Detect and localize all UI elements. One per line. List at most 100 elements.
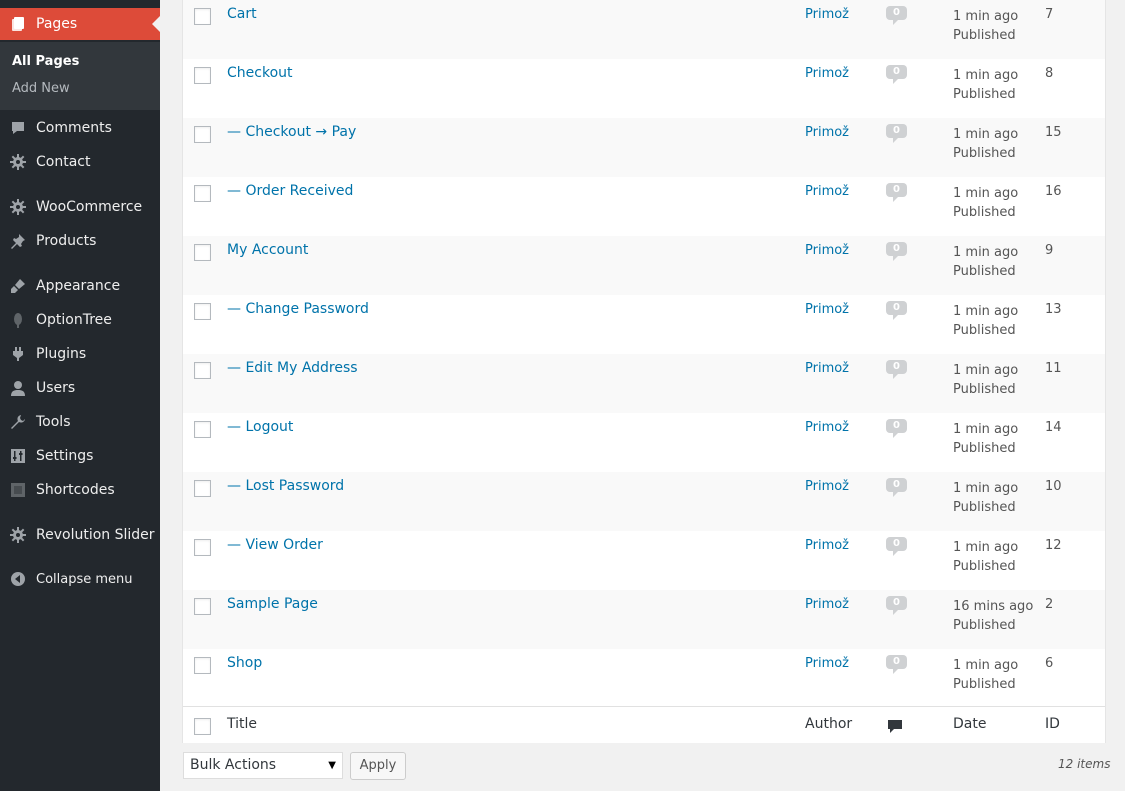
author-link[interactable]: Primož — [805, 361, 849, 376]
gear-icon — [9, 153, 27, 171]
author-link[interactable]: Primož — [805, 7, 849, 22]
menu-revolution-slider[interactable]: Revolution Slider — [0, 519, 160, 551]
page-title-link[interactable]: — Logout — [227, 419, 293, 435]
comment-count-bubble[interactable]: 0 — [886, 242, 907, 261]
comment-count-bubble[interactable]: 0 — [886, 537, 907, 556]
page-title-link[interactable]: — Lost Password — [227, 478, 344, 494]
wrench-icon — [9, 413, 27, 431]
collapse-icon — [9, 570, 27, 588]
menu-comments-label: Comments — [36, 120, 112, 136]
page-title-link[interactable]: — Edit My Address — [227, 360, 358, 376]
row-checkbox[interactable] — [194, 67, 211, 84]
page-title-link[interactable]: — Change Password — [227, 301, 369, 317]
menu-woocommerce[interactable]: WooCommerce — [0, 191, 160, 223]
comment-count-bubble[interactable]: 0 — [886, 301, 907, 320]
comment-count-bubble[interactable]: 0 — [886, 419, 907, 438]
author-link[interactable]: Primož — [805, 479, 849, 494]
column-title-header[interactable]: Title — [227, 716, 257, 732]
page-title-link[interactable]: — Order Received — [227, 183, 353, 199]
id-cell: 10 — [1045, 479, 1062, 494]
menu-products[interactable]: Products — [0, 225, 160, 257]
author-link[interactable]: Primož — [805, 656, 849, 671]
settings-sliders-icon — [9, 447, 27, 465]
comment-count-bubble[interactable]: 0 — [886, 655, 907, 674]
page-title-link[interactable]: Checkout — [227, 65, 293, 81]
comment-count-bubble[interactable]: 0 — [886, 360, 907, 379]
status-value: Published — [953, 205, 1016, 220]
row-checkbox[interactable] — [194, 598, 211, 615]
row-checkbox[interactable] — [194, 185, 211, 202]
row-checkbox[interactable] — [194, 126, 211, 143]
row-checkbox[interactable] — [194, 244, 211, 261]
row-checkbox[interactable] — [194, 8, 211, 25]
comment-count-bubble[interactable]: 0 — [886, 183, 907, 202]
bulk-actions-select[interactable]: Bulk Actions ▼ — [183, 752, 343, 779]
date-cell: 1 min ago Published — [953, 420, 1018, 458]
pages-submenu: All Pages Add New — [0, 42, 160, 110]
date-cell: 1 min ago Published — [953, 302, 1018, 340]
row-checkbox[interactable] — [194, 421, 211, 438]
status-value: Published — [953, 264, 1016, 279]
date-value: 1 min ago — [953, 9, 1019, 24]
comment-count-bubble[interactable]: 0 — [886, 6, 907, 25]
collapse-menu-button[interactable]: Collapse menu — [0, 563, 160, 595]
author-link[interactable]: Primož — [805, 302, 849, 317]
table-row: Shop Primož 0 1 min ago Published 6 — [183, 649, 1105, 708]
apply-button[interactable]: Apply — [350, 752, 406, 780]
id-cell: 12 — [1045, 538, 1062, 553]
menu-optiontree[interactable]: OptionTree — [0, 304, 160, 336]
date-cell: 1 min ago Published — [953, 243, 1018, 281]
menu-shortcodes[interactable]: Shortcodes — [0, 474, 160, 506]
id-cell: 15 — [1045, 125, 1062, 140]
id-cell: 13 — [1045, 302, 1062, 317]
author-link[interactable]: Primož — [805, 125, 849, 140]
submenu-add-new[interactable]: Add New — [12, 81, 70, 96]
row-checkbox[interactable] — [194, 303, 211, 320]
row-checkbox[interactable] — [194, 362, 211, 379]
comment-icon[interactable] — [887, 718, 903, 734]
menu-revolution-slider-label: Revolution Slider — [36, 527, 155, 543]
page-title-link[interactable]: — View Order — [227, 537, 323, 553]
menu-tools-label: Tools — [36, 414, 71, 430]
row-checkbox[interactable] — [194, 480, 211, 497]
column-date-header[interactable]: Date — [953, 716, 986, 732]
id-cell: 16 — [1045, 184, 1062, 199]
page-title-link[interactable]: Shop — [227, 655, 262, 671]
page-title-link[interactable]: Sample Page — [227, 596, 318, 612]
status-value: Published — [953, 323, 1016, 338]
column-id-header[interactable]: ID — [1045, 716, 1060, 732]
author-link[interactable]: Primož — [805, 184, 849, 199]
author-link[interactable]: Primož — [805, 66, 849, 81]
submenu-all-pages[interactable]: All Pages — [12, 54, 79, 69]
comment-count-bubble[interactable]: 0 — [886, 65, 907, 84]
date-value: 1 min ago — [953, 304, 1019, 319]
menu-plugins[interactable]: Plugins — [0, 338, 160, 370]
comment-count-bubble[interactable]: 0 — [886, 124, 907, 143]
author-link[interactable]: Primož — [805, 243, 849, 258]
chevron-down-icon: ▼ — [328, 760, 336, 771]
comment-count-bubble[interactable]: 0 — [886, 596, 907, 615]
menu-pages[interactable]: Pages — [0, 8, 160, 40]
page-title-link[interactable]: — Checkout → Pay — [227, 124, 356, 140]
page-title-link[interactable]: Cart — [227, 6, 257, 22]
menu-appearance[interactable]: Appearance — [0, 270, 160, 302]
menu-optiontree-label: OptionTree — [36, 312, 112, 328]
row-checkbox[interactable] — [194, 657, 211, 674]
id-cell: 7 — [1045, 7, 1054, 22]
author-link[interactable]: Primož — [805, 538, 849, 553]
select-all-checkbox[interactable] — [194, 718, 211, 735]
menu-users[interactable]: Users — [0, 372, 160, 404]
date-value: 16 mins ago — [953, 599, 1034, 614]
menu-tools[interactable]: Tools — [0, 406, 160, 438]
author-link[interactable]: Primož — [805, 420, 849, 435]
menu-contact[interactable]: Contact — [0, 146, 160, 178]
item-count: 12 items — [1058, 757, 1111, 771]
date-value: 1 min ago — [953, 186, 1019, 201]
gear-icon — [9, 526, 27, 544]
page-title-link[interactable]: My Account — [227, 242, 308, 258]
menu-settings[interactable]: Settings — [0, 440, 160, 472]
author-link[interactable]: Primož — [805, 597, 849, 612]
row-checkbox[interactable] — [194, 539, 211, 556]
comment-count-bubble[interactable]: 0 — [886, 478, 907, 497]
menu-comments[interactable]: Comments — [0, 112, 160, 144]
